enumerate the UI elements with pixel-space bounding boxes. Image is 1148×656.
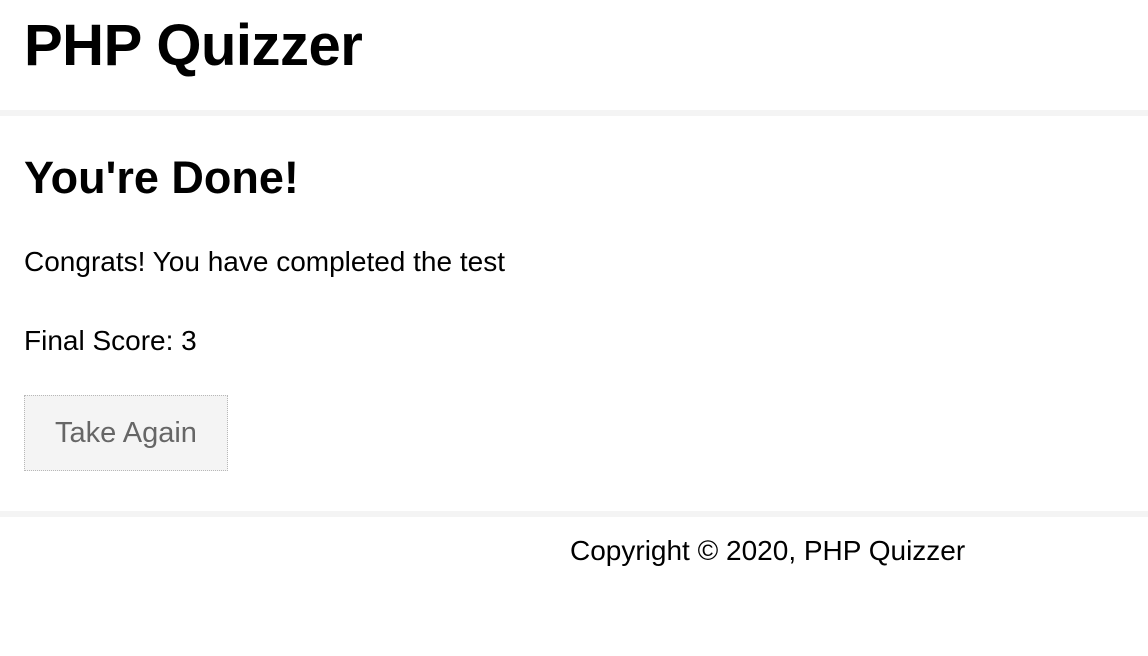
copyright-text: Copyright © 2020, PHP Quizzer <box>570 535 966 566</box>
final-score: Final Score: 3 <box>24 325 197 356</box>
site-header: PHP Quizzer <box>0 0 1148 116</box>
site-footer: Copyright © 2020, PHP Quizzer <box>0 517 1148 656</box>
main-content: You're Done! Congrats! You have complete… <box>0 116 1148 517</box>
done-heading: You're Done! <box>24 152 299 203</box>
take-again-button[interactable]: Take Again <box>24 395 228 471</box>
page: PHP Quizzer You're Done! Congrats! You h… <box>0 0 1148 656</box>
site-title: PHP Quizzer <box>24 13 363 78</box>
completion-message: Congrats! You have completed the test <box>24 246 505 277</box>
